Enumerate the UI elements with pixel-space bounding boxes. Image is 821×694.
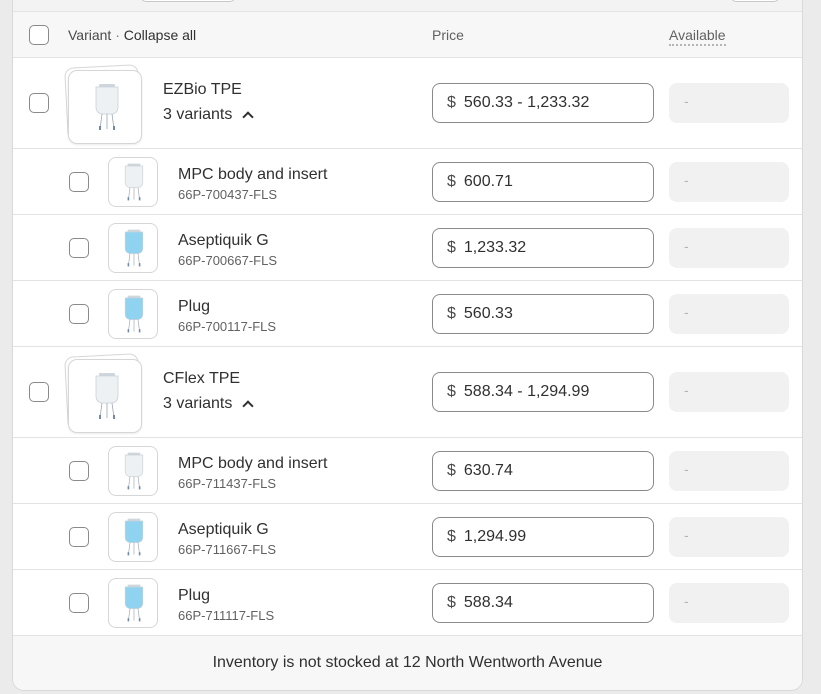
variant-header-label: Variant bbox=[68, 27, 112, 43]
clear-bag-icon bbox=[87, 366, 127, 431]
product-thumbnail bbox=[68, 359, 142, 433]
currency-symbol: $ bbox=[447, 173, 456, 190]
variant-sku: 66P-711117-FLS bbox=[178, 608, 275, 623]
variant-price-field[interactable]: $600.71 bbox=[432, 162, 654, 202]
currency-symbol: $ bbox=[447, 594, 456, 611]
variant-title: MPC body and insert bbox=[178, 455, 328, 472]
available-field: - bbox=[669, 372, 789, 412]
variant-title: Aseptiquik G bbox=[178, 521, 269, 538]
variant-available-field: - bbox=[669, 517, 789, 557]
price-range-value: 560.33 - 1,233.32 bbox=[463, 94, 590, 111]
variant-price-field[interactable]: $588.34 bbox=[432, 583, 654, 623]
variant-row[interactable]: MPC body and insert 66P-700437-FLS $600.71… bbox=[13, 149, 802, 215]
toolbar-strip bbox=[13, 0, 802, 12]
variant-row[interactable]: Aseptiquik G 66P-700667-FLS $1,233.32- bbox=[13, 215, 802, 281]
toolbar-button[interactable] bbox=[731, 0, 779, 2]
currency-symbol: $ bbox=[447, 528, 456, 545]
variant-price-value: 1,233.32 bbox=[463, 239, 527, 256]
variant-thumbnail bbox=[108, 578, 158, 628]
clear-bag-icon bbox=[87, 77, 127, 142]
variant-price-value: 1,294.99 bbox=[463, 528, 527, 545]
currency-symbol: $ bbox=[447, 462, 456, 479]
variant-title: Plug bbox=[178, 587, 211, 604]
currency-symbol: $ bbox=[447, 239, 456, 256]
variant-available-field: - bbox=[669, 294, 789, 334]
available-column-header[interactable]: Available bbox=[669, 27, 726, 46]
variant-checkbox[interactable] bbox=[69, 527, 89, 547]
header-separator: · bbox=[115, 27, 120, 43]
variant-checkbox[interactable] bbox=[69, 461, 89, 481]
variant-sku: 66P-711667-FLS bbox=[178, 542, 277, 557]
variant-sku: 66P-711437-FLS bbox=[178, 476, 277, 491]
variant-price-field[interactable]: $1,294.99 bbox=[432, 517, 654, 557]
blue-bag-icon bbox=[118, 580, 150, 627]
product-title: CFlex TPE bbox=[163, 370, 241, 387]
variant-available-field: - bbox=[669, 451, 789, 491]
variant-sku: 66P-700667-FLS bbox=[178, 253, 278, 268]
select-all-checkbox[interactable] bbox=[29, 25, 49, 45]
chevron-up-icon bbox=[242, 400, 255, 412]
collapse-all-button[interactable]: Collapse all bbox=[124, 27, 196, 43]
variants-count-label: 3 variants bbox=[163, 395, 233, 412]
price-range-value: 588.34 - 1,294.99 bbox=[463, 383, 590, 400]
currency-symbol: $ bbox=[447, 94, 456, 111]
variant-thumbnail bbox=[108, 446, 158, 496]
variant-checkbox[interactable] bbox=[69, 593, 89, 613]
product-checkbox[interactable] bbox=[29, 93, 49, 113]
variants-toggle[interactable]: 3 variants bbox=[163, 395, 255, 413]
currency-symbol: $ bbox=[447, 383, 456, 400]
product-checkbox[interactable] bbox=[29, 382, 49, 402]
chevron-up-icon bbox=[242, 111, 255, 123]
variant-available-field: - bbox=[669, 228, 789, 268]
variant-price-field[interactable]: $630.74 bbox=[432, 451, 654, 491]
product-thumbnail bbox=[68, 70, 142, 144]
clear-bag-icon bbox=[118, 159, 150, 206]
variant-thumbnail bbox=[108, 157, 158, 207]
price-column-header: Price bbox=[432, 27, 464, 43]
product-thumbnail-stack bbox=[64, 64, 144, 144]
variant-title: Plug bbox=[178, 298, 211, 315]
variants-card: Variant · Collapse all Price Available E… bbox=[12, 0, 803, 691]
variant-row[interactable]: Plug 66P-711117-FLS $588.34- bbox=[13, 570, 802, 636]
variant-row[interactable]: Aseptiquik G 66P-711667-FLS $1,294.99- bbox=[13, 504, 802, 570]
variant-price-value: 600.71 bbox=[463, 173, 513, 190]
blue-bag-icon bbox=[118, 514, 150, 561]
variant-sku: 66P-700117-FLS bbox=[178, 319, 277, 334]
variant-price-value: 560.33 bbox=[463, 305, 513, 322]
price-range-field[interactable]: $588.34 - 1,294.99 bbox=[432, 372, 654, 412]
variant-price-value: 630.74 bbox=[463, 462, 513, 479]
variant-price-value: 588.34 bbox=[463, 594, 513, 611]
product-title: EZBio TPE bbox=[163, 81, 242, 98]
variant-checkbox[interactable] bbox=[69, 172, 89, 192]
currency-symbol: $ bbox=[447, 305, 456, 322]
variant-checkbox[interactable] bbox=[69, 238, 89, 258]
variant-price-field[interactable]: $560.33 bbox=[432, 294, 654, 334]
toolbar-button[interactable] bbox=[141, 0, 235, 2]
variant-sku: 66P-700437-FLS bbox=[178, 187, 278, 202]
available-field: - bbox=[669, 83, 789, 123]
product-row[interactable]: EZBio TPE 3 variants $560.33 - 1,233.32- bbox=[13, 58, 802, 149]
variant-column-header: Variant · Collapse all bbox=[68, 27, 196, 43]
variant-title: MPC body and insert bbox=[178, 166, 328, 183]
product-row[interactable]: CFlex TPE 3 variants $588.34 - 1,294.99- bbox=[13, 347, 802, 438]
price-range-field[interactable]: $560.33 - 1,233.32 bbox=[432, 83, 654, 123]
variants-toggle[interactable]: 3 variants bbox=[163, 106, 255, 124]
variant-price-field[interactable]: $1,233.32 bbox=[432, 228, 654, 268]
blue-bag-icon bbox=[118, 225, 150, 272]
variant-row[interactable]: Plug 66P-700117-FLS $560.33- bbox=[13, 281, 802, 347]
variant-checkbox[interactable] bbox=[69, 304, 89, 324]
variant-available-field: - bbox=[669, 583, 789, 623]
variant-available-field: - bbox=[669, 162, 789, 202]
inventory-notice: Inventory is not stocked at 12 North Wen… bbox=[13, 636, 802, 690]
variants-count-label: 3 variants bbox=[163, 106, 233, 123]
variant-row[interactable]: MPC body and insert 66P-711437-FLS $630.74… bbox=[13, 438, 802, 504]
variant-thumbnail bbox=[108, 512, 158, 562]
clear-bag-icon bbox=[118, 448, 150, 495]
variant-thumbnail bbox=[108, 289, 158, 339]
table-header: Variant · Collapse all Price Available bbox=[13, 12, 802, 58]
variant-thumbnail bbox=[108, 223, 158, 273]
product-thumbnail-stack bbox=[64, 353, 144, 433]
variant-title: Aseptiquik G bbox=[178, 232, 269, 249]
blue-bag-icon bbox=[118, 291, 150, 338]
